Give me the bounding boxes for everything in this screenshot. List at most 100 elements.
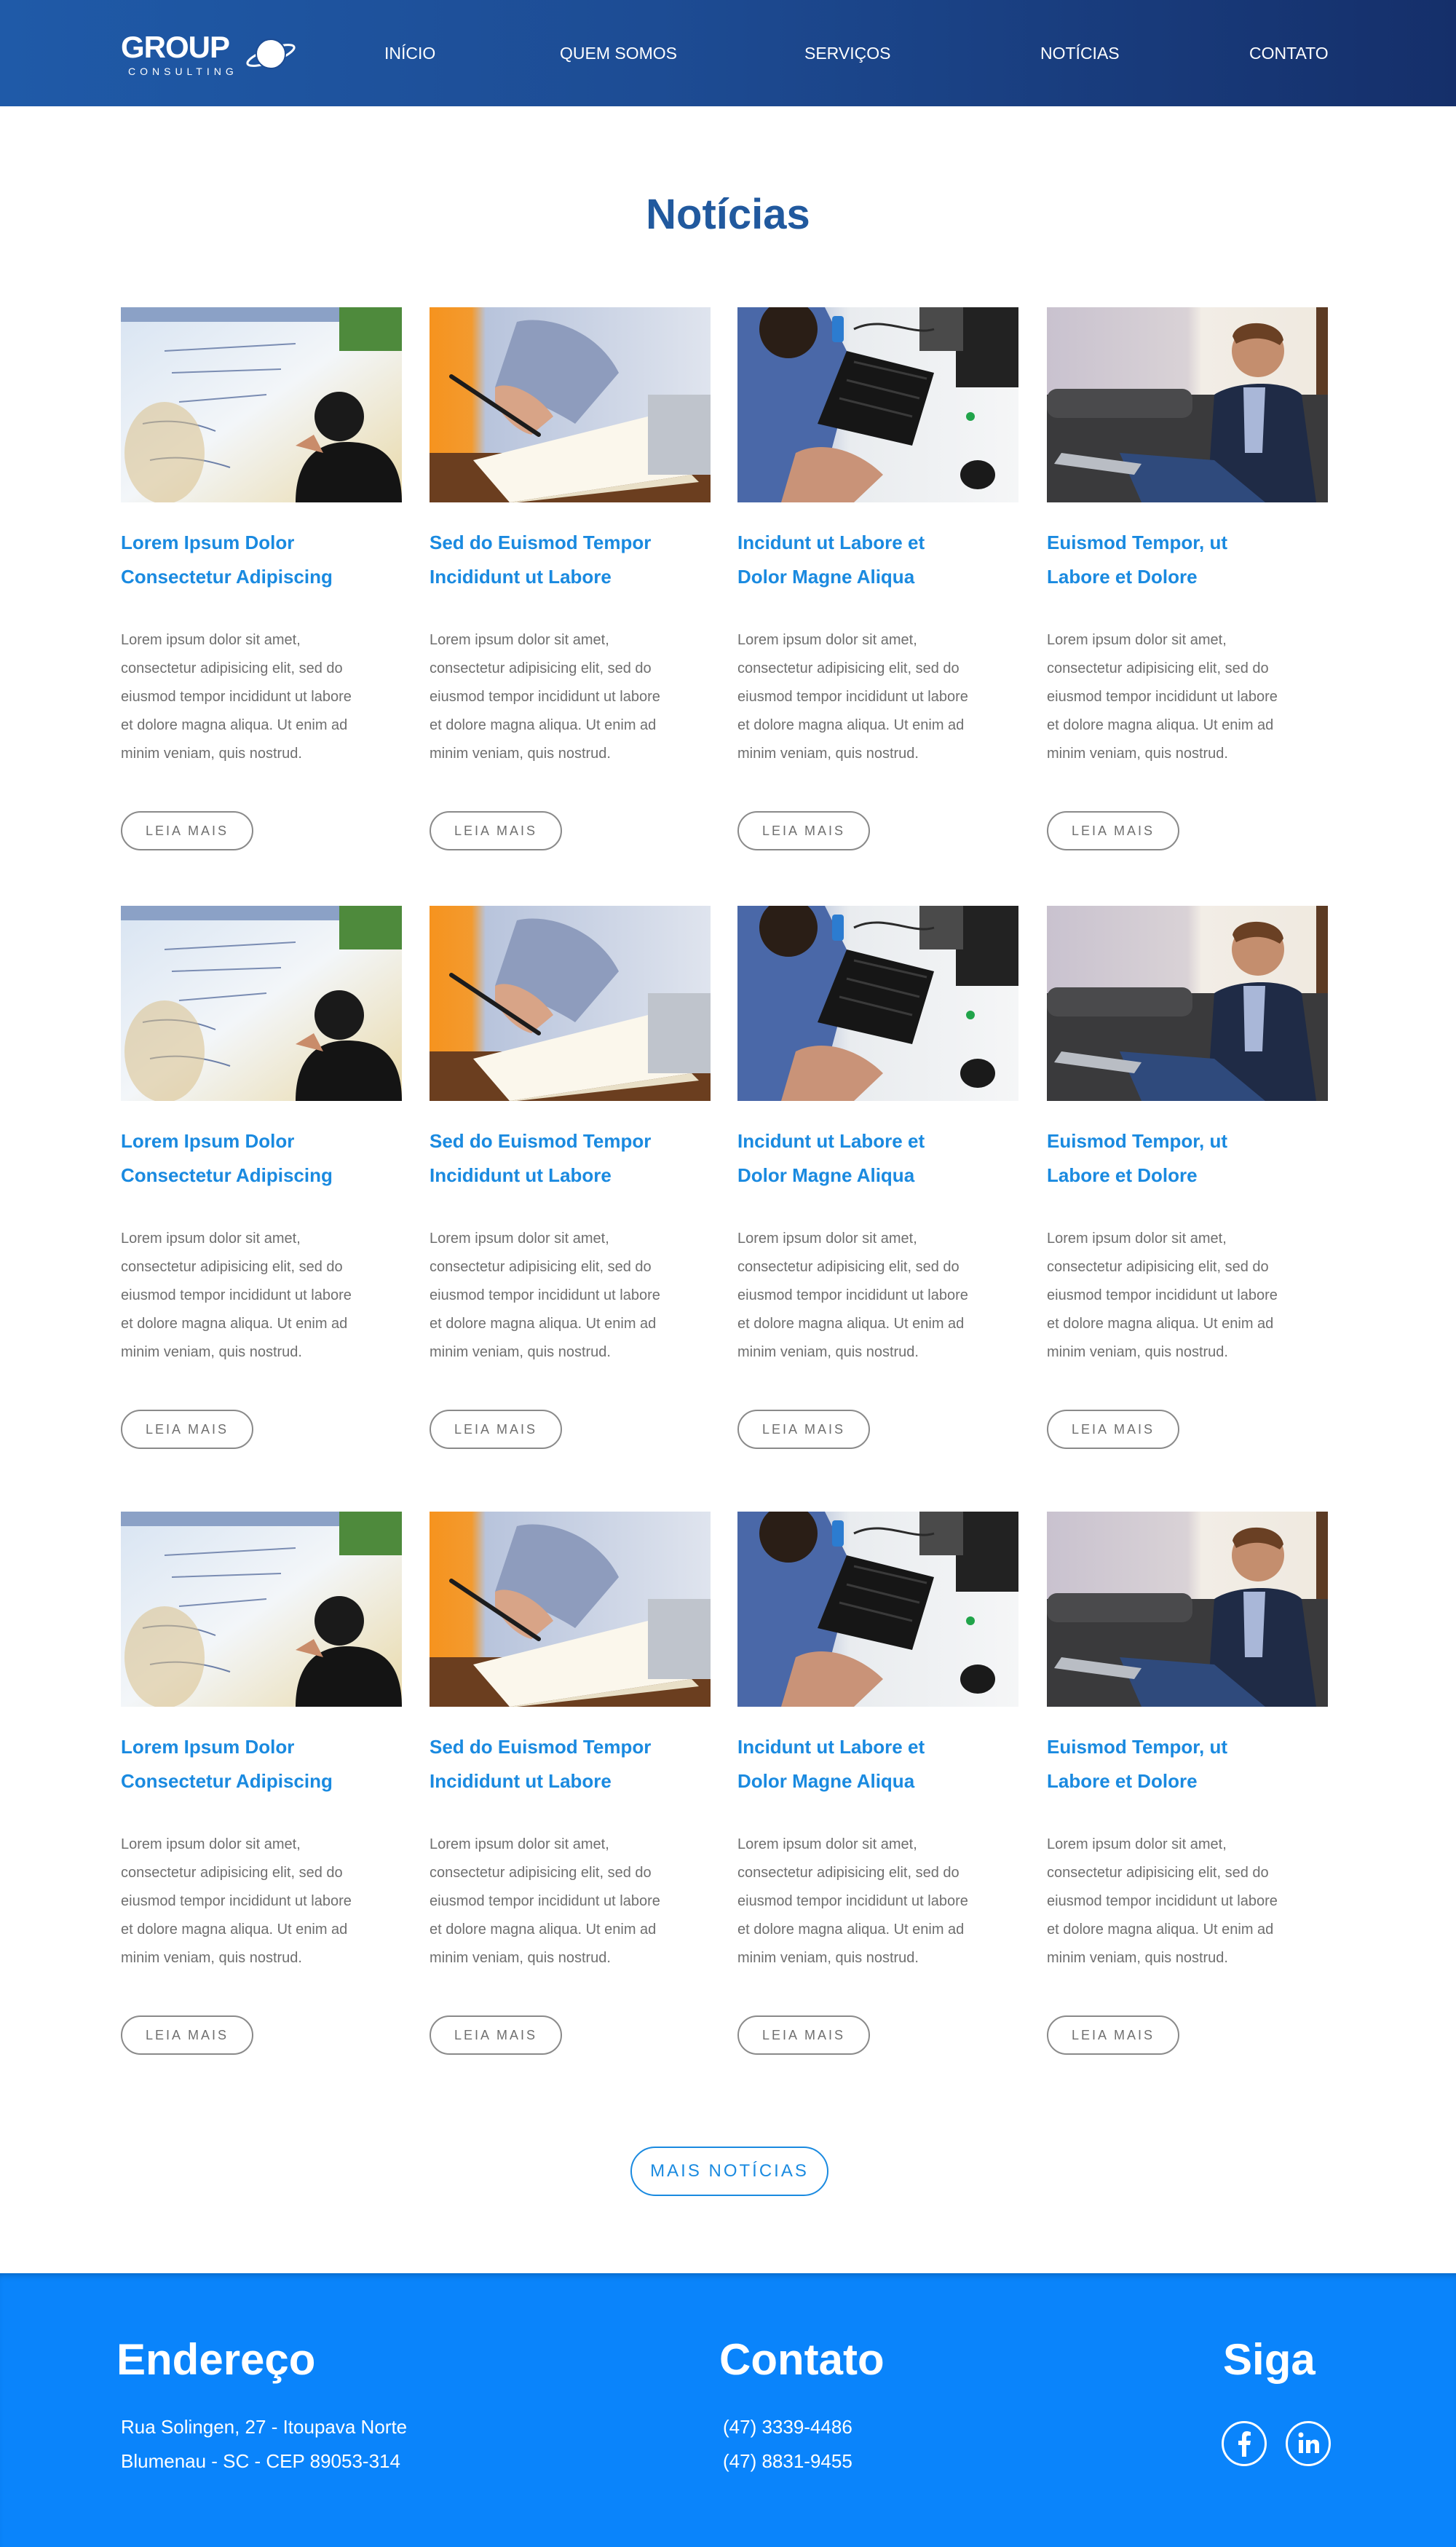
news-card-title[interactable]: Sed do Euismod Tempor Incididunt ut Labo… xyxy=(430,1730,712,1798)
read-more-button[interactable]: LEIA MAIS xyxy=(430,1410,562,1449)
read-more-button[interactable]: LEIA MAIS xyxy=(1047,2015,1179,2055)
news-card-image[interactable] xyxy=(737,906,1018,1101)
news-card-excerpt: Lorem ipsum dolor sit amet, consectetur … xyxy=(737,1831,1020,1973)
read-more-button[interactable]: LEIA MAIS xyxy=(430,811,562,850)
excerpt-line: Lorem ipsum dolor sit amet, xyxy=(121,632,301,648)
phone-1[interactable]: (47) 3339-4486 xyxy=(723,2414,852,2439)
news-card-excerpt: Lorem ipsum dolor sit amet, consectetur … xyxy=(430,1831,712,1973)
news-card-title-line: Lorem Ipsum Dolor xyxy=(121,532,295,553)
news-card-title[interactable]: Lorem Ipsum Dolor Consectetur Adipiscing xyxy=(121,526,403,594)
news-card-title-line: Sed do Euismod Tempor xyxy=(430,1736,652,1758)
facebook-icon[interactable] xyxy=(1222,2421,1267,2466)
site-footer: Endereço Rua Solingen, 27 - Itoupava Nor… xyxy=(0,2273,1456,2547)
excerpt-line: et dolore magna aliqua. Ut enim ad xyxy=(121,717,348,733)
news-card-title[interactable]: Incidunt ut Labore et Dolor Magne Aliqua xyxy=(737,1124,1020,1193)
read-more-button[interactable]: LEIA MAIS xyxy=(430,2015,562,2055)
excerpt-line: et dolore magna aliqua. Ut enim ad xyxy=(1047,1922,1274,1938)
news-card-image[interactable] xyxy=(430,307,711,502)
news-card-image[interactable] xyxy=(737,1512,1018,1707)
nav-inicio[interactable]: INÍCIO xyxy=(384,42,435,64)
excerpt-line: eiusmod tempor incididunt ut labore xyxy=(1047,689,1278,705)
read-more-button[interactable]: LEIA MAIS xyxy=(121,811,253,850)
news-card-excerpt: Lorem ipsum dolor sit amet, consectetur … xyxy=(1047,1831,1329,1973)
news-card-title-line: Labore et Dolore xyxy=(1047,1770,1198,1792)
news-card-title-line: Euismod Tempor, ut xyxy=(1047,1130,1227,1152)
follow-heading: Siga xyxy=(1223,2335,1315,2384)
excerpt-line: et dolore magna aliqua. Ut enim ad xyxy=(1047,1316,1274,1332)
read-more-button[interactable]: LEIA MAIS xyxy=(737,811,870,850)
excerpt-line: et dolore magna aliqua. Ut enim ad xyxy=(737,1922,965,1938)
news-card-title-line: Incididunt ut Labore xyxy=(430,1164,612,1186)
news-card-excerpt: Lorem ipsum dolor sit amet, consectetur … xyxy=(121,1831,403,1973)
excerpt-line: minim veniam, quis nostrud. xyxy=(430,1344,611,1360)
nav-quem-somos[interactable]: QUEM SOMOS xyxy=(560,42,677,64)
news-card-title[interactable]: Sed do Euismod Tempor Incididunt ut Labo… xyxy=(430,526,712,594)
excerpt-line: eiusmod tempor incididunt ut labore xyxy=(430,1287,660,1303)
nav-servicos[interactable]: SERVIÇOS xyxy=(804,42,890,64)
news-card-title-line: Labore et Dolore xyxy=(1047,566,1198,588)
news-card-title-line: Sed do Euismod Tempor xyxy=(430,1130,652,1152)
news-card-title[interactable]: Euismod Tempor, ut Labore et Dolore xyxy=(1047,1730,1329,1798)
excerpt-line: Lorem ipsum dolor sit amet, xyxy=(737,1836,917,1852)
address-line-2: Blumenau - SC - CEP 89053-314 xyxy=(121,2450,400,2472)
excerpt-line: eiusmod tempor incididunt ut labore xyxy=(737,1287,968,1303)
excerpt-line: Lorem ipsum dolor sit amet, xyxy=(1047,1231,1227,1247)
read-more-button[interactable]: LEIA MAIS xyxy=(737,1410,870,1449)
excerpt-line: Lorem ipsum dolor sit amet, xyxy=(1047,1836,1227,1852)
news-card-title-line: Incidunt ut Labore et xyxy=(737,532,925,553)
news-card-title-line: Dolor Magne Aliqua xyxy=(737,1164,915,1186)
excerpt-line: consectetur adipisicing elit, sed do xyxy=(430,660,652,676)
excerpt-line: minim veniam, quis nostrud. xyxy=(121,746,302,762)
news-card-title-line: Incidunt ut Labore et xyxy=(737,1736,925,1758)
more-news-button[interactable]: MAIS NOTÍCIAS xyxy=(630,2147,828,2196)
news-card-title[interactable]: Sed do Euismod Tempor Incididunt ut Labo… xyxy=(430,1124,712,1193)
read-more-button[interactable]: LEIA MAIS xyxy=(1047,1410,1179,1449)
nav-noticias[interactable]: NOTÍCIAS xyxy=(1040,42,1120,64)
excerpt-line: et dolore magna aliqua. Ut enim ad xyxy=(737,717,965,733)
news-card-image[interactable] xyxy=(1047,307,1328,502)
news-card-title[interactable]: Incidunt ut Labore et Dolor Magne Aliqua xyxy=(737,526,1020,594)
linkedin-icon[interactable] xyxy=(1286,2421,1331,2466)
excerpt-line: minim veniam, quis nostrud. xyxy=(1047,1950,1228,1966)
news-card-title[interactable]: Lorem Ipsum Dolor Consectetur Adipiscing xyxy=(121,1124,403,1193)
news-card-excerpt: Lorem ipsum dolor sit amet, consectetur … xyxy=(430,1225,712,1367)
news-card-title[interactable]: Incidunt ut Labore et Dolor Magne Aliqua xyxy=(737,1730,1020,1798)
news-card-image[interactable] xyxy=(121,906,402,1101)
read-more-button[interactable]: LEIA MAIS xyxy=(121,1410,253,1449)
excerpt-line: consectetur adipisicing elit, sed do xyxy=(737,1865,960,1881)
news-card-image[interactable] xyxy=(1047,906,1328,1101)
excerpt-line: minim veniam, quis nostrud. xyxy=(430,746,611,762)
group-consulting-logo[interactable]: GROUP CONSULTING xyxy=(121,31,310,80)
news-card-title-line: Lorem Ipsum Dolor xyxy=(121,1130,295,1152)
news-card-image[interactable] xyxy=(121,307,402,502)
read-more-button[interactable]: LEIA MAIS xyxy=(121,2015,253,2055)
news-card-title-line: Euismod Tempor, ut xyxy=(1047,532,1227,553)
news-card-title-line: Sed do Euismod Tempor xyxy=(430,532,652,553)
page-title: Notícias xyxy=(646,191,810,238)
phone-2[interactable]: (47) 8831-9455 xyxy=(723,2449,852,2473)
news-card-image[interactable] xyxy=(737,307,1018,502)
news-card-title-line: Consectetur Adipiscing xyxy=(121,1164,333,1186)
news-card-title-line: Consectetur Adipiscing xyxy=(121,1770,333,1792)
news-card-title[interactable]: Euismod Tempor, ut Labore et Dolore xyxy=(1047,526,1329,594)
news-card-excerpt: Lorem ipsum dolor sit amet, consectetur … xyxy=(430,626,712,768)
news-card-excerpt: Lorem ipsum dolor sit amet, consectetur … xyxy=(121,626,403,768)
nav-contato[interactable]: CONTATO xyxy=(1249,42,1329,64)
news-card-title[interactable]: Euismod Tempor, ut Labore et Dolore xyxy=(1047,1124,1329,1193)
news-card-image[interactable] xyxy=(121,1512,402,1707)
excerpt-line: minim veniam, quis nostrud. xyxy=(737,1344,919,1360)
read-more-button[interactable]: LEIA MAIS xyxy=(737,2015,870,2055)
excerpt-line: Lorem ipsum dolor sit amet, xyxy=(121,1231,301,1247)
news-card-image[interactable] xyxy=(430,906,711,1101)
excerpt-line: eiusmod tempor incididunt ut labore xyxy=(737,689,968,705)
excerpt-line: consectetur adipisicing elit, sed do xyxy=(737,1259,960,1275)
news-card-title[interactable]: Lorem Ipsum Dolor Consectetur Adipiscing xyxy=(121,1730,403,1798)
news-card-image[interactable] xyxy=(1047,1512,1328,1707)
planet-icon xyxy=(246,39,296,69)
news-card-excerpt: Lorem ipsum dolor sit amet, consectetur … xyxy=(737,1225,1020,1367)
read-more-button[interactable]: LEIA MAIS xyxy=(1047,811,1179,850)
logo-subtitle: CONSULTING xyxy=(128,66,238,77)
news-card-image[interactable] xyxy=(430,1512,711,1707)
excerpt-line: eiusmod tempor incididunt ut labore xyxy=(1047,1287,1278,1303)
news-card-title-line: Dolor Magne Aliqua xyxy=(737,566,915,588)
